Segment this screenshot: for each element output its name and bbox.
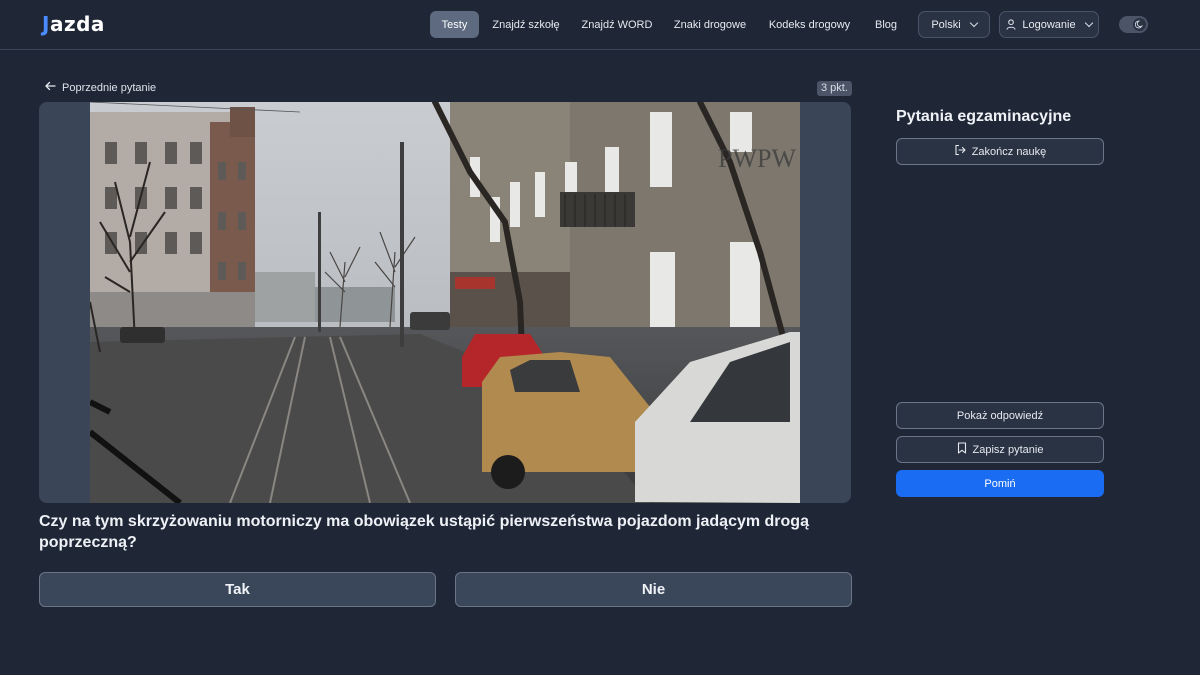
nav-item-blog[interactable]: Blog xyxy=(870,11,902,38)
previous-question-link[interactable]: Poprzednie pytanie xyxy=(44,81,156,94)
save-question-button[interactable]: Zapisz pytanie xyxy=(896,436,1104,463)
show-answer-button[interactable]: Pokaż odpowiedź xyxy=(896,402,1104,429)
sidebar-title: Pytania egzaminacyjne xyxy=(896,108,1072,125)
jazda-logo[interactable]: Jazda xyxy=(42,12,105,36)
chevron-down-icon xyxy=(1084,18,1093,28)
logout-icon xyxy=(954,144,966,159)
login-dropdown[interactable]: Logowanie xyxy=(999,11,1099,38)
answer-yes-button[interactable]: Tak xyxy=(39,572,436,607)
skip-button[interactable]: Pomiń xyxy=(896,470,1104,497)
moon-icon xyxy=(1133,18,1146,31)
question-text: Czy na tym skrzyżowaniu motorniczy ma ob… xyxy=(39,513,809,551)
end-learning-button[interactable]: Zakończ naukę xyxy=(896,138,1104,165)
points-badge: 3 pkt. xyxy=(817,81,852,96)
theme-toggle[interactable] xyxy=(1119,16,1148,33)
user-icon xyxy=(1006,19,1016,30)
question-media: PWPW xyxy=(39,102,851,503)
bookmark-icon xyxy=(957,442,967,457)
end-learning-label: Zakończ naukę xyxy=(971,145,1047,158)
chevron-down-icon xyxy=(969,18,978,28)
pwpw-watermark: PWPW xyxy=(718,144,796,173)
street-scene-image: PWPW xyxy=(90,102,800,503)
answer-no-button[interactable]: Nie xyxy=(455,572,852,607)
language-label: Polski xyxy=(931,18,961,31)
nav-item-find-school[interactable]: Znajdź szkołę xyxy=(490,11,562,38)
nav-item-testy[interactable]: Testy xyxy=(430,11,479,38)
save-question-label: Zapisz pytanie xyxy=(972,443,1044,456)
login-label: Logowanie xyxy=(1022,18,1076,31)
top-navbar: Jazda Testy Znajdź szkołę Znajdź WORD Zn… xyxy=(0,0,1200,50)
previous-question-label: Poprzednie pytanie xyxy=(62,81,157,94)
nav-item-find-word[interactable]: Znajdź WORD xyxy=(580,11,654,38)
nav-item-road-signs[interactable]: Znaki drogowe xyxy=(672,11,748,38)
arrow-left-icon xyxy=(44,81,56,94)
language-select[interactable]: Polski xyxy=(918,11,990,38)
nav-item-traffic-code[interactable]: Kodeks drogowy xyxy=(767,11,852,38)
